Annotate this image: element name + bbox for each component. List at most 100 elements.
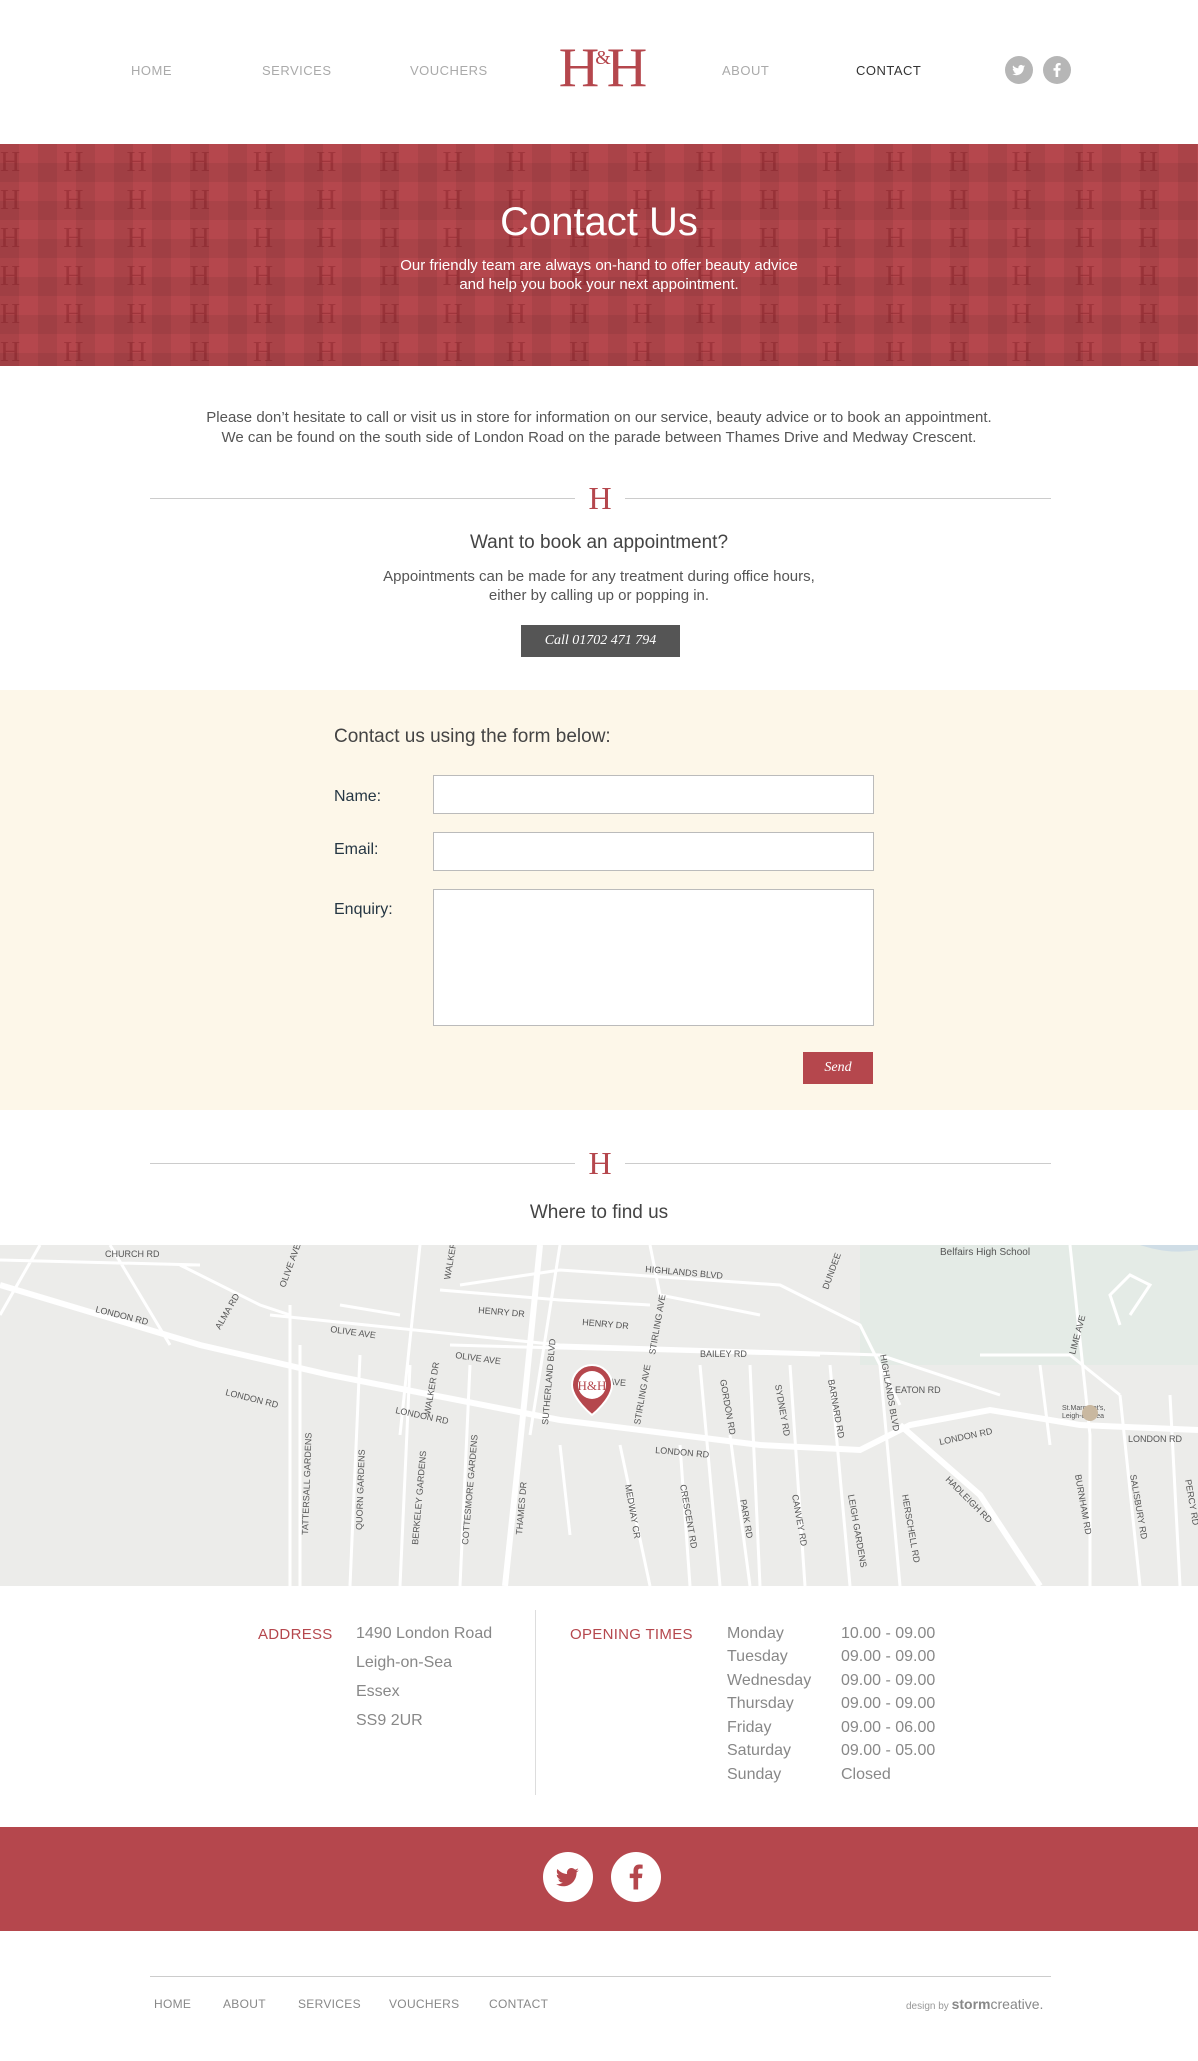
hours-value: 09.00 - 05.00 bbox=[841, 1742, 936, 1759]
street-label: STIRLING AVE bbox=[647, 1294, 667, 1356]
street-label: MEDWAY CR bbox=[623, 1484, 642, 1540]
form-title: Contact us using the form below: bbox=[334, 726, 611, 747]
contact-page: HOME SERVICES VOUCHERS H&H ABOUT CONTACT… bbox=[0, 0, 1198, 2061]
footer-divider bbox=[150, 1976, 1051, 1977]
hours-value: 10.00 - 09.00 bbox=[841, 1625, 936, 1642]
email-label: Email: bbox=[334, 841, 379, 858]
divider-line bbox=[625, 1163, 1051, 1164]
street-label: HERSCHELL RD bbox=[900, 1494, 922, 1564]
street-label: BERKELEY GARDENS bbox=[410, 1450, 428, 1545]
day-label: Friday bbox=[727, 1719, 772, 1736]
site-logo[interactable]: H&H bbox=[552, 40, 652, 96]
divider-line bbox=[150, 1163, 575, 1164]
section-divider: H bbox=[150, 480, 1051, 516]
footer-services[interactable]: SERVICES bbox=[298, 1997, 361, 2011]
hours-value: 09.00 - 09.00 bbox=[841, 1648, 936, 1665]
logo-ampersand: & bbox=[595, 47, 611, 69]
hours-value: 09.00 - 09.00 bbox=[841, 1695, 936, 1712]
street-label: LEIGH GARDENS bbox=[846, 1494, 869, 1569]
street-label: OLIVE AVE bbox=[277, 1245, 302, 1289]
marker-logo: H&H bbox=[578, 1378, 607, 1393]
hero-subtitle-line: Our friendly team are always on-hand to … bbox=[400, 257, 798, 274]
address-label: ADDRESS bbox=[258, 1626, 333, 1643]
church-icon bbox=[1082, 1405, 1098, 1421]
street-label: GORDON RD bbox=[718, 1379, 738, 1436]
nav-vouchers[interactable]: VOUCHERS bbox=[410, 63, 488, 78]
intro-text: Please don’t hesitate to call or visit u… bbox=[150, 408, 1048, 448]
day-label: Sunday bbox=[727, 1766, 782, 1783]
street-label: LONDON RD bbox=[938, 1426, 993, 1447]
footer-about[interactable]: ABOUT bbox=[223, 1997, 266, 2011]
hours-value: 09.00 - 09.00 bbox=[841, 1672, 936, 1689]
hero-subtitle-line: and help you book your next appointment. bbox=[459, 276, 739, 293]
street-label: CHURCH RD bbox=[105, 1249, 160, 1259]
address-line: Essex bbox=[356, 1683, 400, 1700]
street-label: WALKER bbox=[442, 1245, 458, 1280]
street-label: LONDON RD bbox=[225, 1387, 280, 1410]
street-label: HENRY DR bbox=[582, 1317, 630, 1331]
footer-home[interactable]: HOME bbox=[154, 1997, 191, 2011]
street-label: QUORN GARDENS bbox=[354, 1449, 367, 1530]
intro-line: We can be found on the south side of Lon… bbox=[221, 429, 977, 446]
main-nav: HOME SERVICES VOUCHERS H&H ABOUT CONTACT bbox=[0, 0, 1198, 144]
street-label: SYDNEY RD bbox=[773, 1384, 792, 1438]
street-label: DUNDEE bbox=[820, 1252, 842, 1291]
map-marker-icon[interactable]: H&H bbox=[570, 1364, 614, 1417]
booking-title: Want to book an appointment? bbox=[469, 532, 729, 553]
divider-line bbox=[625, 498, 1051, 499]
opening-times-label: OPENING TIMES bbox=[570, 1626, 693, 1643]
logo-letter: H bbox=[558, 37, 599, 99]
credit-brand: stormcreative. bbox=[952, 1996, 1044, 2012]
booking-text-line: either by calling up or popping in. bbox=[488, 587, 710, 604]
find-us-title: Where to find us bbox=[529, 1202, 669, 1223]
name-field[interactable] bbox=[433, 775, 874, 814]
info-divider bbox=[535, 1610, 536, 1795]
email-field[interactable] bbox=[433, 832, 874, 871]
facebook-icon[interactable] bbox=[1043, 56, 1071, 84]
nav-contact[interactable]: CONTACT bbox=[856, 63, 921, 78]
design-credit[interactable]: design by stormcreative. bbox=[906, 1996, 1043, 2012]
street-label: CANVEY RD bbox=[790, 1494, 809, 1548]
footer-contact[interactable]: CONTACT bbox=[489, 1997, 548, 2011]
day-label: Tuesday bbox=[727, 1648, 788, 1665]
social-band bbox=[0, 1827, 1198, 1931]
street-label: HENRY DR bbox=[478, 1305, 526, 1319]
hero-subtitle: Our friendly team are always on-hand to … bbox=[349, 256, 849, 294]
twitter-glyph bbox=[556, 1867, 579, 1887]
call-button[interactable]: Call 01702 471 794 bbox=[521, 625, 680, 657]
nav-services[interactable]: SERVICES bbox=[262, 63, 332, 78]
enquiry-label: Enquiry: bbox=[334, 901, 393, 918]
hours-value: 09.00 - 06.00 bbox=[841, 1719, 936, 1736]
location-map[interactable]: CHURCH RD LONDON RD LONDON RD LONDON RD … bbox=[0, 1245, 1198, 1586]
twitter-glyph bbox=[1012, 64, 1025, 76]
facebook-glyph bbox=[629, 1864, 643, 1890]
address-line: 1490 London Road bbox=[356, 1625, 493, 1642]
enquiry-field[interactable] bbox=[433, 889, 874, 1026]
facebook-icon[interactable] bbox=[611, 1852, 661, 1902]
page-title: Contact Us bbox=[500, 200, 698, 244]
street-label: STIRLING AVE bbox=[632, 1364, 652, 1426]
section-divider: H bbox=[150, 1147, 1051, 1179]
street-label: ALMA RD bbox=[213, 1291, 242, 1331]
day-label: Thursday bbox=[727, 1695, 794, 1712]
booking-text: Appointments can be made for any treatme… bbox=[349, 567, 849, 605]
divider-h-mark: H bbox=[588, 480, 612, 516]
street-label: TATTERSALL GARDENS bbox=[300, 1432, 314, 1535]
street-label: BAILEY RD bbox=[700, 1349, 747, 1359]
day-label: Wednesday bbox=[727, 1672, 812, 1689]
street-label: LONDON RD bbox=[655, 1445, 710, 1460]
credit-brand-bold: storm bbox=[951, 1996, 991, 2012]
booking-text-line: Appointments can be made for any treatme… bbox=[383, 568, 815, 585]
footer-vouchers[interactable]: VOUCHERS bbox=[389, 1997, 459, 2011]
street-label: LONDON RD bbox=[1128, 1434, 1183, 1444]
credit-brand-rest: creative. bbox=[990, 1996, 1044, 2012]
hero-banner: H H H H H H H H H H H H H H H H H H H H … bbox=[0, 144, 1198, 366]
nav-about[interactable]: ABOUT bbox=[722, 63, 769, 78]
map-canvas: CHURCH RD LONDON RD LONDON RD LONDON RD … bbox=[0, 1245, 1198, 1586]
twitter-icon[interactable] bbox=[543, 1852, 593, 1902]
nav-home[interactable]: HOME bbox=[131, 63, 172, 78]
send-button[interactable]: Send bbox=[803, 1052, 873, 1084]
street-label: CRESCENT RD bbox=[678, 1484, 699, 1550]
twitter-icon[interactable] bbox=[1005, 56, 1033, 84]
day-label: Monday bbox=[727, 1625, 784, 1642]
